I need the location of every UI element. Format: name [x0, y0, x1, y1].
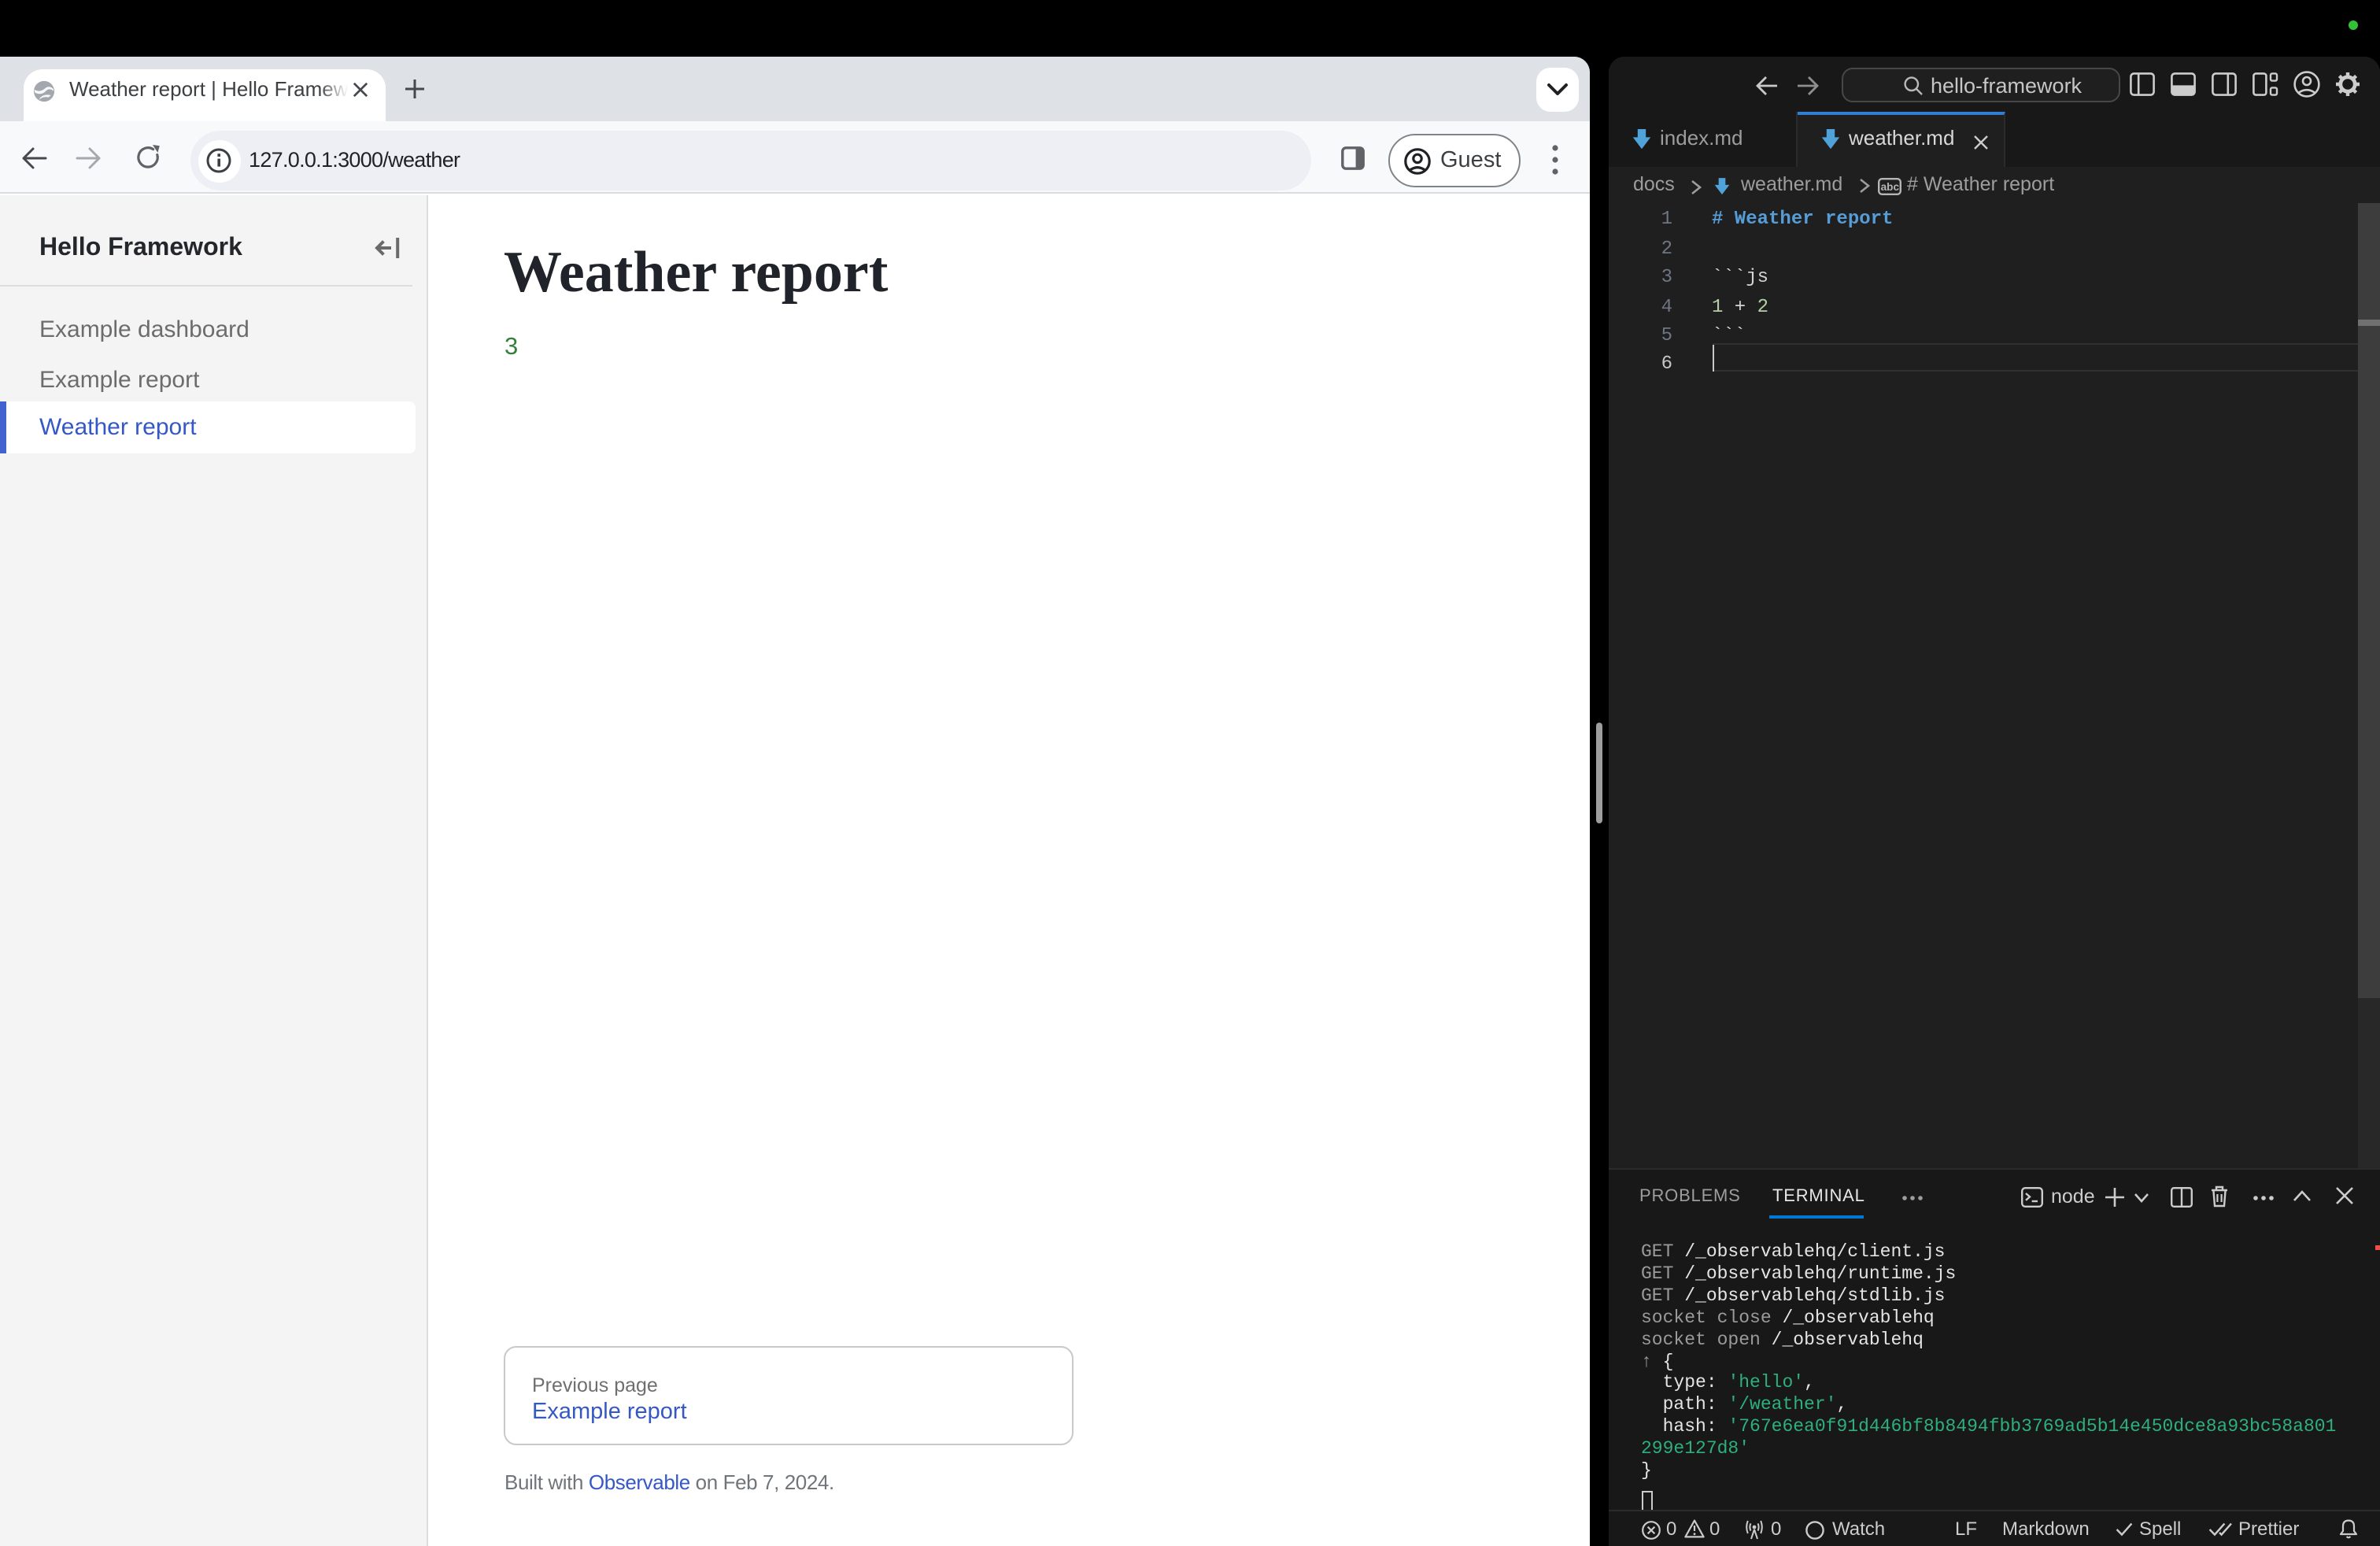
svg-text:abc: abc: [1881, 180, 1900, 192]
